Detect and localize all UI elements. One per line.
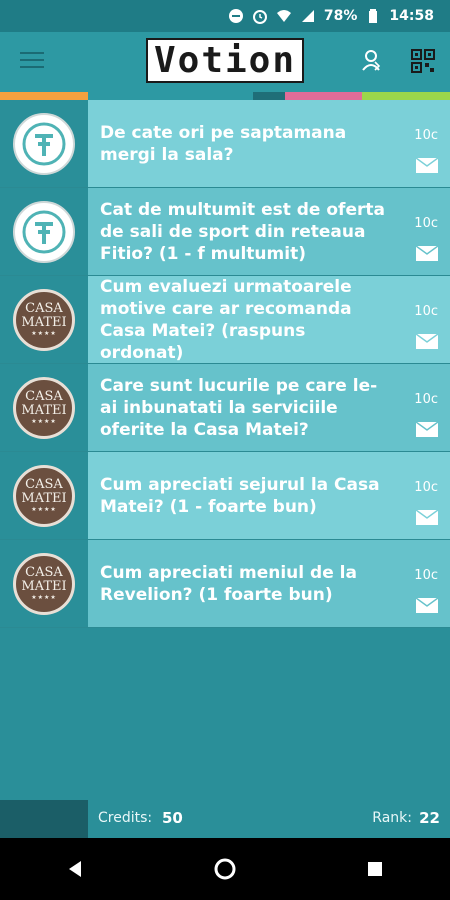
casa-logo-stars: ★★★★ (31, 417, 57, 425)
brand-thumb (0, 100, 88, 187)
brand-thumb (0, 188, 88, 275)
question-content[interactable]: Cat de multumit est de oferta de sali de… (88, 188, 450, 275)
casa-logo-stars: ★★★★ (31, 329, 57, 337)
casa-logo-line2: MATEI (21, 402, 67, 418)
footer-stats: Credits: 50 Rank: 22 (0, 800, 450, 838)
casa-matei-logo: CASA MATEI ★★★★ (13, 376, 75, 439)
rank-value: 22 (419, 809, 440, 827)
status-bar: 78% 14:58 (0, 0, 450, 32)
app-bar: Votion (0, 32, 450, 92)
footer-main: Credits: 50 Rank: 22 (88, 800, 450, 838)
wifi-icon (276, 8, 292, 24)
brand-thumb: CASA MATEI ★★★★ (0, 364, 88, 451)
casa-matei-logo: CASA MATEI ★★★★ (13, 464, 75, 527)
battery-icon (365, 8, 381, 24)
casa-matei-logo: CASA MATEI ★★★★ (13, 288, 75, 351)
accent-dark-teal (253, 92, 285, 100)
accent-pink (285, 92, 362, 100)
casa-logo-line2: MATEI (21, 314, 67, 330)
question-row[interactable]: CASA MATEI ★★★★ Care sunt lucurile pe ca… (0, 364, 450, 452)
question-row[interactable]: CASA MATEI ★★★★ Cum evaluezi urmatoarele… (0, 276, 450, 364)
signal-icon (300, 8, 316, 24)
credit-value: 10c (414, 480, 438, 495)
envelope-icon[interactable] (415, 597, 439, 613)
recents-button[interactable] (355, 849, 395, 889)
credits-value: 50 (162, 809, 183, 827)
casa-matei-logo: CASA MATEI ★★★★ (13, 552, 75, 615)
question-row[interactable]: De cate ori pe saptamana mergi la sala? … (0, 100, 450, 188)
brand-thumb: CASA MATEI ★★★★ (0, 276, 88, 363)
question-row[interactable]: CASA MATEI ★★★★ Cum apreciati sejurul la… (0, 452, 450, 540)
question-text: De cate ori pe saptamana mergi la sala? (100, 122, 347, 165)
question-row[interactable]: Cat de multumit est de oferta de sali de… (0, 188, 450, 276)
do-not-disturb-icon (228, 8, 244, 24)
footer-left-block (0, 800, 88, 838)
envelope-icon[interactable] (415, 333, 439, 349)
question-content[interactable]: Cum apreciati meniul de la Revelion? (1 … (88, 540, 450, 627)
casa-logo-line1: CASA (25, 388, 63, 404)
question-content[interactable]: Care sunt lucurile pe care le-ai inbunat… (88, 364, 450, 451)
question-content[interactable]: Cum evaluezi urmatoarele motive care ar … (88, 276, 450, 363)
envelope-icon[interactable] (415, 421, 439, 437)
question-text: Cat de multumit est de oferta de sali de… (100, 199, 385, 264)
fitio-logo (13, 200, 75, 263)
accent-orange (0, 92, 88, 100)
alarm-icon (252, 8, 268, 24)
question-text: Cum evaluezi urmatoarele motive care ar … (100, 276, 352, 363)
credits-label: Credits: (98, 810, 153, 826)
envelope-icon[interactable] (415, 157, 439, 173)
casa-logo-line2: MATEI (21, 578, 67, 594)
question-content[interactable]: De cate ori pe saptamana mergi la sala? … (88, 100, 450, 187)
questions-list: De cate ori pe saptamana mergi la sala? … (0, 100, 450, 628)
casa-logo-line1: CASA (25, 564, 63, 580)
casa-logo-line1: CASA (25, 476, 63, 492)
casa-logo-stars: ★★★★ (31, 593, 57, 601)
accent-strip (0, 92, 450, 100)
accent-green (362, 92, 450, 100)
casa-logo-stars: ★★★★ (31, 505, 57, 513)
fitio-logo (13, 112, 75, 175)
back-button[interactable] (55, 849, 95, 889)
envelope-icon[interactable] (415, 245, 439, 261)
credit-value: 10c (414, 128, 438, 143)
clock-time: 14:58 (389, 8, 434, 24)
home-button[interactable] (205, 849, 245, 889)
question-text: Cum apreciati meniul de la Revelion? (1 … (100, 562, 357, 605)
qr-code-icon[interactable] (410, 48, 436, 74)
app-title: Votion (145, 38, 305, 83)
battery-percent: 78% (323, 8, 358, 24)
brand-thumb: CASA MATEI ★★★★ (0, 452, 88, 539)
brand-thumb: CASA MATEI ★★★★ (0, 540, 88, 627)
user-switch-icon[interactable] (358, 48, 384, 74)
question-content[interactable]: Cum apreciati sejurul la Casa Matei? (1 … (88, 452, 450, 539)
system-nav-bar (0, 838, 450, 900)
credit-value: 10c (414, 304, 438, 319)
casa-logo-line2: MATEI (21, 490, 67, 506)
question-text: Care sunt lucurile pe care le-ai inbunat… (100, 375, 378, 440)
credit-value: 10c (414, 392, 438, 407)
credit-value: 10c (414, 216, 438, 231)
question-row[interactable]: CASA MATEI ★★★★ Cum apreciati meniul de … (0, 540, 450, 628)
rank-label: Rank: (372, 810, 412, 826)
credit-value: 10c (414, 568, 438, 583)
envelope-icon[interactable] (415, 509, 439, 525)
casa-logo-line1: CASA (25, 300, 63, 316)
accent-teal (88, 92, 253, 100)
question-text: Cum apreciati sejurul la Casa Matei? (1 … (100, 474, 380, 517)
